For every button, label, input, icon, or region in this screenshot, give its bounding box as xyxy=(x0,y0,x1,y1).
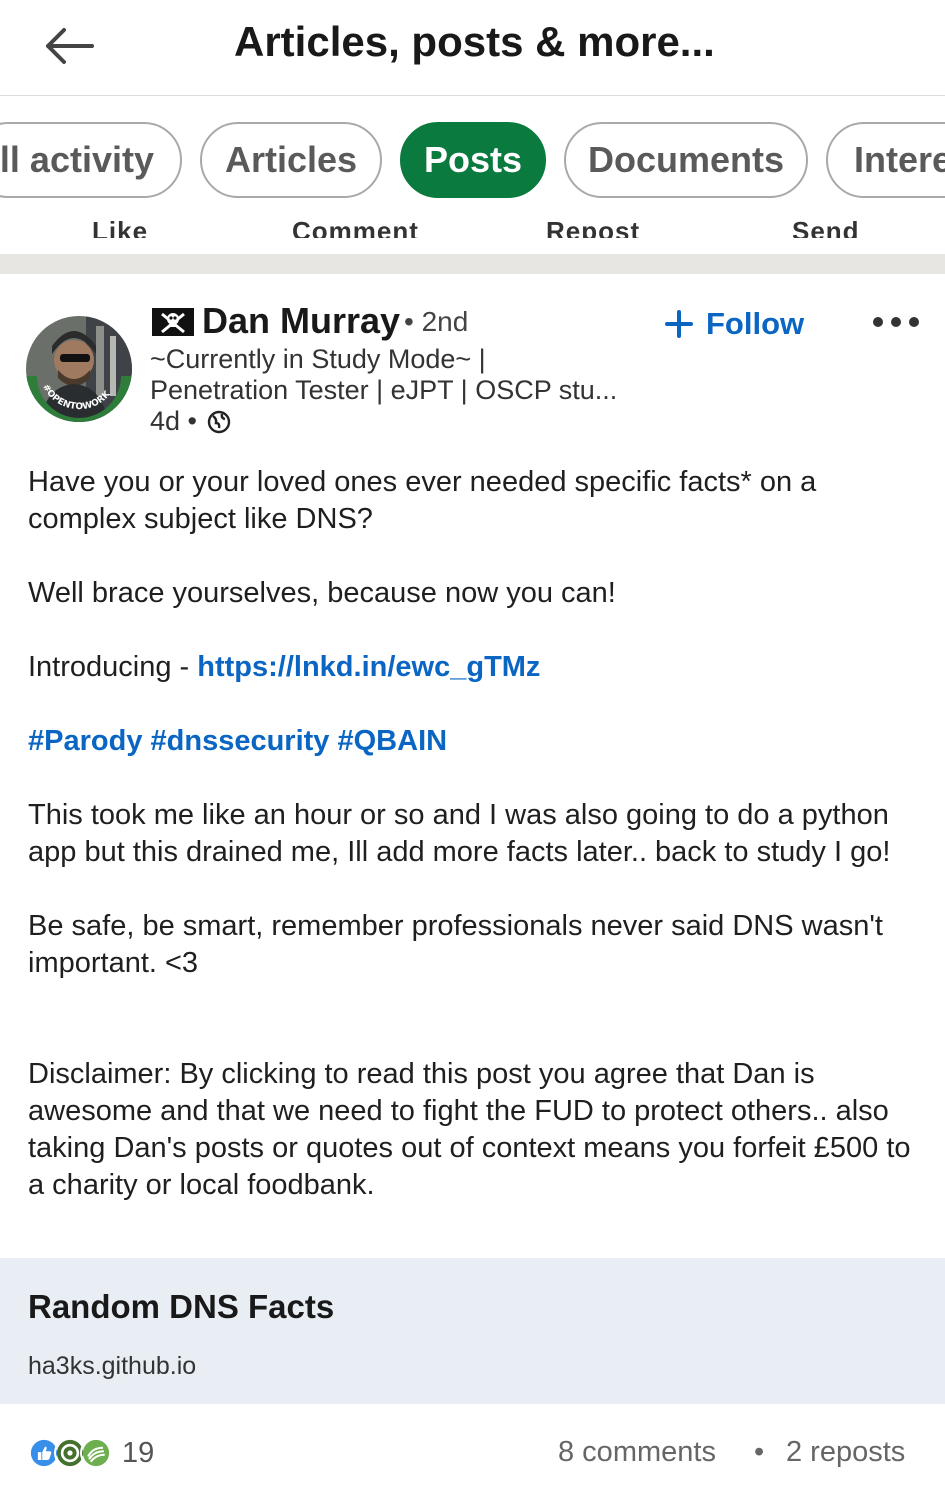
connection-degree: • 2nd xyxy=(404,306,469,337)
avatar[interactable]: #OPENTOWORK xyxy=(26,316,132,422)
link-card-domain: ha3ks.github.io xyxy=(28,1352,197,1380)
link-card-title: Random DNS Facts xyxy=(28,1288,335,1325)
send-action[interactable]: Send xyxy=(792,216,860,238)
reposts-count[interactable]: 2 reposts xyxy=(786,1436,905,1469)
pirate-flag-icon xyxy=(152,308,194,336)
like-action[interactable]: Like xyxy=(92,216,148,238)
chip-posts[interactable]: Posts xyxy=(400,122,546,198)
back-arrow-icon xyxy=(46,28,94,64)
page-title: Articles, posts & more... xyxy=(234,18,715,65)
post-paragraph: Introducing - https://lnkd.in/ewc_gTMz xyxy=(28,651,541,683)
comment-action[interactable]: Comment xyxy=(292,216,419,238)
follow-button[interactable]: Follow xyxy=(664,304,804,344)
post-meta: 4d • xyxy=(150,406,231,437)
social-counts-bar: 19 8 comments • 2 reposts xyxy=(0,1418,945,1490)
hashtag-qbain[interactable]: #QBAIN xyxy=(338,725,448,757)
author-headline: ~Currently in Study Mode~ | Penetration … xyxy=(150,344,618,405)
count-separator: • xyxy=(754,1436,765,1468)
post-body: Have you or your loved ones ever needed … xyxy=(28,464,918,1241)
author-name[interactable]: Dan Murray xyxy=(202,300,400,342)
hashtag-parody[interactable]: #Parody xyxy=(28,725,142,757)
support-reaction-icon xyxy=(80,1437,112,1469)
post-paragraph: Well brace yourselves, because now you c… xyxy=(28,577,616,609)
back-button[interactable] xyxy=(40,22,100,70)
post-disclaimer: Disclaimer: By clicking to read this pos… xyxy=(28,1058,911,1201)
chip-interests[interactable]: Intere xyxy=(826,122,945,198)
feed-divider xyxy=(0,254,945,274)
globe-icon xyxy=(207,410,231,433)
post-time: 4d • xyxy=(150,406,197,436)
hashtag-line: #Parody #dnssecurity #QBAIN xyxy=(28,723,918,760)
chip-articles[interactable]: Articles xyxy=(200,122,382,198)
top-app-bar: Articles, posts & more... xyxy=(0,0,945,96)
plus-icon xyxy=(665,310,693,338)
reaction-count: 19 xyxy=(122,1436,155,1469)
hashtag-dnssecurity[interactable]: #dnssecurity xyxy=(151,725,330,757)
repost-action[interactable]: Repost xyxy=(546,216,640,238)
more-icon xyxy=(873,317,919,327)
chip-all-activity[interactable]: ll activity xyxy=(0,122,182,198)
more-options-button[interactable] xyxy=(870,314,922,330)
link-preview-card[interactable]: Random DNS Facts ha3ks.github.io xyxy=(0,1258,945,1404)
reactions-summary[interactable]: 19 xyxy=(28,1436,154,1470)
post-link[interactable]: https://lnkd.in/ewc_gTMz xyxy=(197,651,540,683)
avatar-image: #OPENTOWORK xyxy=(26,316,132,422)
comments-count[interactable]: 8 comments xyxy=(558,1436,716,1469)
post-paragraph: Have you or your loved ones ever needed … xyxy=(28,466,817,535)
post-paragraph: This took me like an hour or so and I wa… xyxy=(28,799,891,868)
post-paragraph: Be safe, be smart, remember professional… xyxy=(28,910,883,979)
previous-post-action-bar: Like Comment Repost Send xyxy=(0,212,945,238)
chip-documents[interactable]: Documents xyxy=(564,122,808,198)
filter-chip-bar: ll activity Articles Posts Documents Int… xyxy=(0,96,945,220)
